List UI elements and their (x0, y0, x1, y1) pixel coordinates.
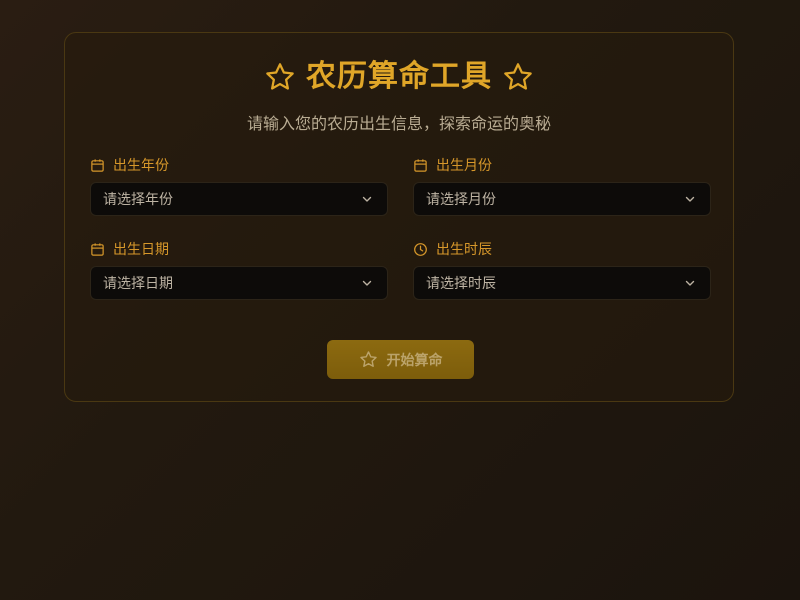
chevron-down-icon (361, 193, 373, 205)
birth-year-select[interactable]: 请选择年份 (90, 182, 388, 216)
birth-hour-select[interactable]: 请选择时辰 (413, 266, 711, 300)
fortune-form-card: 农历算命工具 请输入您的农历出生信息，探索命运的奥秘 出生年份 请选择年份 出生… (64, 32, 734, 402)
page-subtitle: 请输入您的农历出生信息，探索命运的奥秘 (246, 114, 551, 133)
birth-day-select[interactable]: 请选择日期 (90, 266, 388, 300)
birth-month-select[interactable]: 请选择月份 (413, 182, 711, 216)
birth-day-field: 出生日期 请选择日期 (90, 239, 388, 300)
chevron-down-icon (684, 193, 696, 205)
birth-month-field: 出生月份 请选择月份 (413, 155, 711, 216)
birth-month-label-row: 出生月份 (413, 155, 711, 175)
birth-year-label-row: 出生年份 (90, 155, 388, 175)
page-title: 农历算命工具 (306, 59, 492, 94)
title-row: 农历算命工具 (65, 59, 733, 95)
birth-hour-placeholder: 请选择时辰 (426, 276, 496, 292)
chevron-down-icon (361, 277, 373, 289)
birth-day-label: 出生日期 (113, 242, 169, 258)
birth-day-label-row: 出生日期 (90, 239, 388, 259)
birth-day-placeholder: 请选择日期 (103, 276, 173, 292)
birth-year-field: 出生年份 请选择年份 (90, 155, 388, 216)
birth-year-label: 出生年份 (113, 158, 169, 174)
birth-month-placeholder: 请选择月份 (426, 192, 496, 208)
chevron-down-icon (684, 277, 696, 289)
start-fortune-label: 开始算命 (386, 352, 443, 369)
start-fortune-button[interactable]: 开始算命 (327, 340, 474, 379)
birth-hour-label: 出生时辰 (436, 242, 492, 258)
calendar-icon (90, 242, 105, 257)
birth-hour-label-row: 出生时辰 (413, 239, 711, 259)
calendar-icon (413, 158, 428, 173)
clock-icon (413, 242, 428, 257)
birth-hour-field: 出生时辰 请选择时辰 (413, 239, 711, 300)
star-icon (502, 61, 534, 93)
birth-year-placeholder: 请选择年份 (103, 192, 173, 208)
star-icon (359, 350, 378, 369)
star-icon (264, 61, 296, 93)
calendar-icon (90, 158, 105, 173)
birth-month-label: 出生月份 (436, 158, 492, 174)
